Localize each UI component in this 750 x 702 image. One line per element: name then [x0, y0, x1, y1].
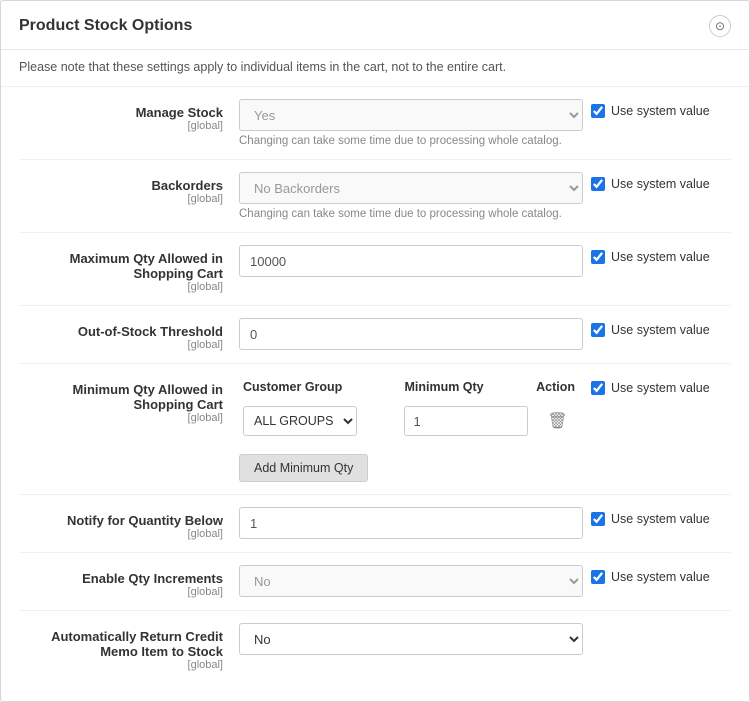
- collapse-button[interactable]: ⊙: [709, 15, 731, 37]
- panel-title: Product Stock Options: [19, 17, 192, 35]
- notify-qty-system-value: Use system value: [591, 507, 731, 526]
- min-qty-label: Minimum Qty Allowed in Shopping Cart [gl…: [19, 376, 239, 424]
- backorders-label: Backorders [global]: [19, 172, 239, 205]
- col-header-action: Action: [532, 376, 583, 402]
- form-body: Manage Stock [global] Yes Changing can t…: [1, 87, 749, 701]
- auto-return-credit-memo-row: Automatically Return Credit Memo Item to…: [19, 611, 731, 683]
- out-of-stock-label: Out-of-Stock Threshold [global]: [19, 318, 239, 351]
- backorders-row: Backorders [global] No Backorders Changi…: [19, 160, 731, 233]
- out-of-stock-system-value: Use system value: [591, 318, 731, 337]
- backorders-note: Changing can take some time due to proce…: [239, 208, 583, 220]
- backorders-checkbox[interactable]: [591, 177, 605, 191]
- notify-qty-checkbox[interactable]: [591, 512, 605, 526]
- auto-return-credit-memo-select[interactable]: No: [239, 623, 583, 655]
- min-qty-checkbox[interactable]: [591, 381, 605, 395]
- customer-group-cell: ALL GROUPS: [239, 402, 400, 440]
- max-qty-label: Maximum Qty Allowed in Shopping Cart [gl…: [19, 245, 239, 293]
- out-of-stock-row: Out-of-Stock Threshold [global] Use syst…: [19, 306, 731, 364]
- panel-note: Please note that these settings apply to…: [1, 50, 749, 87]
- min-qty-row: Minimum Qty Allowed in Shopping Cart [gl…: [19, 364, 731, 495]
- manage-stock-select[interactable]: Yes: [239, 99, 583, 131]
- min-qty-system-value: Use system value: [591, 376, 731, 395]
- enable-qty-increments-label: Enable Qty Increments [global]: [19, 565, 239, 598]
- table-row: ALL GROUPS 🗑: [239, 402, 583, 440]
- max-qty-system-value: Use system value: [591, 245, 731, 264]
- max-qty-input[interactable]: [239, 245, 583, 277]
- out-of-stock-input[interactable]: [239, 318, 583, 350]
- manage-stock-checkbox[interactable]: [591, 104, 605, 118]
- action-cell: 🗑: [532, 402, 583, 440]
- add-minimum-qty-button[interactable]: Add Minimum Qty: [239, 454, 368, 482]
- col-header-minimum-qty: Minimum Qty: [400, 376, 532, 402]
- notify-qty-control: [239, 507, 591, 539]
- product-stock-options-panel: Product Stock Options ⊙ Please note that…: [0, 0, 750, 702]
- out-of-stock-control: [239, 318, 591, 350]
- manage-stock-label: Manage Stock [global]: [19, 99, 239, 132]
- delete-row-button[interactable]: 🗑: [541, 409, 573, 433]
- enable-qty-increments-select[interactable]: No: [239, 565, 583, 597]
- max-qty-checkbox[interactable]: [591, 250, 605, 264]
- backorders-control: No Backorders Changing can take some tim…: [239, 172, 591, 220]
- col-header-customer-group: Customer Group: [239, 376, 400, 402]
- min-qty-table: Customer Group Minimum Qty Action ALL GR…: [239, 376, 583, 440]
- manage-stock-system-value: Use system value: [591, 99, 731, 118]
- enable-qty-increments-row: Enable Qty Increments [global] No Use sy…: [19, 553, 731, 611]
- enable-qty-increments-checkbox[interactable]: [591, 570, 605, 584]
- manage-stock-control: Yes Changing can take some time due to p…: [239, 99, 591, 147]
- notify-qty-input[interactable]: [239, 507, 583, 539]
- min-qty-control: Customer Group Minimum Qty Action ALL GR…: [239, 376, 591, 482]
- enable-qty-increments-control: No: [239, 565, 591, 597]
- backorders-select[interactable]: No Backorders: [239, 172, 583, 204]
- max-qty-row: Maximum Qty Allowed in Shopping Cart [gl…: [19, 233, 731, 306]
- out-of-stock-checkbox[interactable]: [591, 323, 605, 337]
- max-qty-control: [239, 245, 591, 277]
- auto-return-credit-memo-label: Automatically Return Credit Memo Item to…: [19, 623, 239, 671]
- customer-group-select[interactable]: ALL GROUPS: [243, 406, 357, 436]
- notify-qty-row: Notify for Quantity Below [global] Use s…: [19, 495, 731, 553]
- minimum-qty-cell: [400, 402, 532, 440]
- backorders-system-value: Use system value: [591, 172, 731, 191]
- auto-return-credit-memo-system-value: [591, 623, 731, 628]
- manage-stock-note: Changing can take some time due to proce…: [239, 135, 583, 147]
- panel-header: Product Stock Options ⊙: [1, 1, 749, 50]
- manage-stock-row: Manage Stock [global] Yes Changing can t…: [19, 87, 731, 160]
- minimum-qty-input[interactable]: [404, 406, 528, 436]
- auto-return-credit-memo-control: No: [239, 623, 591, 655]
- notify-qty-label: Notify for Quantity Below [global]: [19, 507, 239, 540]
